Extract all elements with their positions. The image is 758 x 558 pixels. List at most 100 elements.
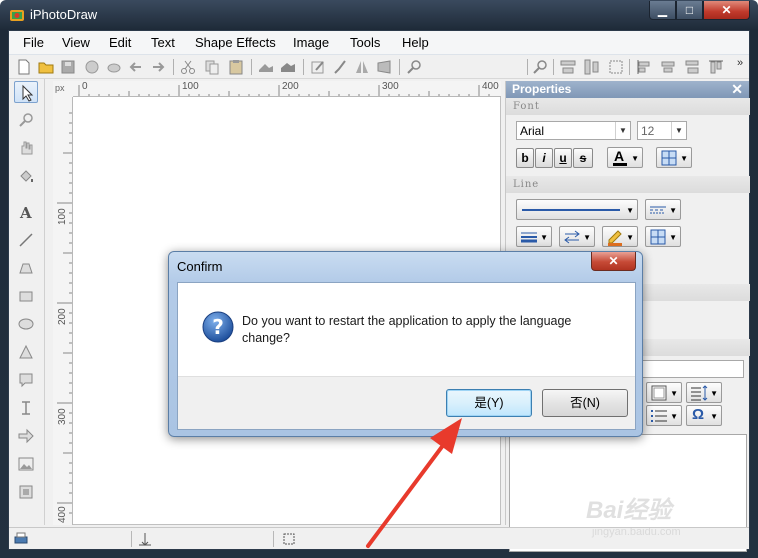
line-preview — [522, 209, 620, 211]
symbol-dropdown[interactable]: Ω ▼ — [686, 405, 722, 426]
menu-view[interactable]: View — [62, 35, 90, 50]
redo-icon[interactable] — [149, 58, 167, 76]
strikethrough-button[interactable]: s — [573, 148, 593, 168]
zoom-tool-icon[interactable] — [531, 58, 549, 76]
group-icon[interactable] — [257, 58, 275, 76]
font-color-dropdown[interactable]: A ▼ — [607, 147, 643, 168]
properties-close-icon[interactable]: ✕ — [731, 81, 743, 98]
grid-icon — [661, 150, 677, 166]
printer-icon[interactable] — [13, 531, 29, 547]
menu-image[interactable]: Image — [293, 35, 329, 50]
image-tool[interactable] — [14, 453, 38, 475]
watermark-url: jingyan.baidu.com — [592, 526, 681, 538]
maximize-button[interactable]: □ — [676, 1, 703, 20]
save-icon[interactable] — [59, 58, 77, 76]
italic-button[interactable]: i — [535, 148, 553, 168]
toolbar-separator — [173, 59, 174, 75]
perspective-icon[interactable] — [375, 58, 393, 76]
align-center-icon[interactable] — [659, 58, 677, 76]
polygon-tool[interactable] — [14, 257, 38, 279]
dash-style-dropdown[interactable]: ▼ — [645, 199, 681, 220]
underline-button[interactable]: u — [554, 148, 572, 168]
align-top-icon[interactable] — [707, 58, 725, 76]
font-family-select[interactable]: Arial ▼ — [516, 121, 631, 140]
pan-tool[interactable] — [14, 137, 38, 159]
font-section-header[interactable]: Font — [506, 98, 750, 115]
menu-file[interactable]: File — [23, 35, 44, 50]
zoom-icon[interactable] — [405, 58, 423, 76]
ruler-label: 300 — [57, 408, 68, 425]
title-bar[interactable]: iPhotoDraw ▁ □ ✕ — [0, 0, 758, 30]
callout-tool[interactable] — [14, 369, 38, 391]
line-section-header[interactable]: Line — [506, 176, 750, 193]
ruler-label: 100 — [57, 208, 68, 225]
chevron-down-icon: ▼ — [615, 122, 630, 139]
menu-help[interactable]: Help — [402, 35, 429, 50]
align-left-icon[interactable] — [635, 58, 653, 76]
svg-text:A: A — [19, 204, 32, 221]
distribute-vertical-icon[interactable] — [583, 58, 601, 76]
same-size-icon[interactable] — [607, 58, 625, 76]
close-window-button[interactable]: ✕ — [703, 1, 750, 20]
dialog-message: Do you want to restart the application t… — [242, 314, 572, 345]
dimension-tool[interactable] — [14, 397, 38, 419]
minimize-button[interactable]: ▁ — [649, 1, 676, 20]
ruler-label: 0 — [82, 81, 88, 92]
table-dropdown[interactable]: ▼ — [646, 382, 682, 403]
edit-icon[interactable] — [309, 58, 327, 76]
list-dropdown[interactable]: ▼ — [646, 405, 682, 426]
cut-icon[interactable] — [179, 58, 197, 76]
paste-icon[interactable] — [227, 58, 245, 76]
dialog-title: Confirm — [177, 259, 223, 274]
zoom-tool[interactable] — [14, 109, 38, 131]
mosaic-tool[interactable] — [14, 481, 38, 503]
font-size-select[interactable]: 12 ▼ — [637, 121, 687, 140]
dialog-close-button[interactable]: ✕ — [591, 252, 636, 271]
toolbar-overflow-icon[interactable]: » — [737, 57, 743, 69]
fill-tool[interactable] — [14, 165, 38, 187]
align-right-icon[interactable] — [683, 58, 701, 76]
magnifier-icon — [19, 113, 33, 127]
menu-edit[interactable]: Edit — [109, 35, 131, 50]
menu-bar: File View Edit Text Shape Effects Image … — [9, 31, 749, 55]
ruler-label: 200 — [57, 308, 68, 325]
ruler-label: 300 — [382, 81, 399, 92]
triangle-icon — [19, 344, 33, 359]
select-tool[interactable] — [14, 81, 38, 103]
annotation-arrow — [366, 418, 462, 548]
rectangle-tool[interactable] — [14, 285, 38, 307]
line-width-dropdown[interactable]: ▼ — [516, 226, 552, 247]
text-tool[interactable]: A — [14, 201, 38, 223]
chevron-down-icon: ▼ — [631, 154, 639, 163]
line-spacing-dropdown[interactable]: ▼ — [686, 382, 722, 403]
status-separator — [131, 531, 132, 547]
menu-tools[interactable]: Tools — [350, 35, 380, 50]
menu-shape-effects[interactable]: Shape Effects — [195, 35, 276, 50]
undo-icon[interactable] — [127, 58, 145, 76]
flip-horizontal-icon[interactable] — [353, 58, 371, 76]
copy-icon[interactable] — [203, 58, 221, 76]
line-border-dropdown[interactable]: ▼ — [645, 226, 681, 247]
no-button[interactable]: 否(N) — [542, 389, 628, 417]
line-style-dropdown[interactable]: ▼ — [516, 199, 638, 220]
cloud-icon[interactable] — [105, 58, 123, 76]
question-icon: ? — [202, 311, 234, 343]
menu-text[interactable]: Text — [151, 35, 175, 50]
font-family-value: Arial — [520, 124, 545, 138]
ellipse-tool[interactable] — [14, 313, 38, 335]
omega-icon: Ω — [692, 406, 705, 423]
line-tool[interactable] — [14, 229, 38, 251]
bold-button[interactable]: b — [516, 148, 534, 168]
new-file-icon[interactable] — [15, 58, 33, 76]
line-color-dropdown[interactable]: ▼ — [602, 226, 638, 247]
globe-icon[interactable] — [83, 58, 101, 76]
ungroup-icon[interactable] — [279, 58, 297, 76]
triangle-tool[interactable] — [14, 341, 38, 363]
brush-icon[interactable] — [331, 58, 349, 76]
arrow-style-dropdown[interactable]: ▼ — [559, 226, 595, 247]
open-folder-icon[interactable] — [37, 58, 55, 76]
chevron-down-icon: ▼ — [710, 389, 718, 398]
arrow-tool[interactable] — [14, 425, 38, 447]
distribute-horizontal-icon[interactable] — [559, 58, 577, 76]
text-border-dropdown[interactable]: ▼ — [656, 147, 692, 168]
